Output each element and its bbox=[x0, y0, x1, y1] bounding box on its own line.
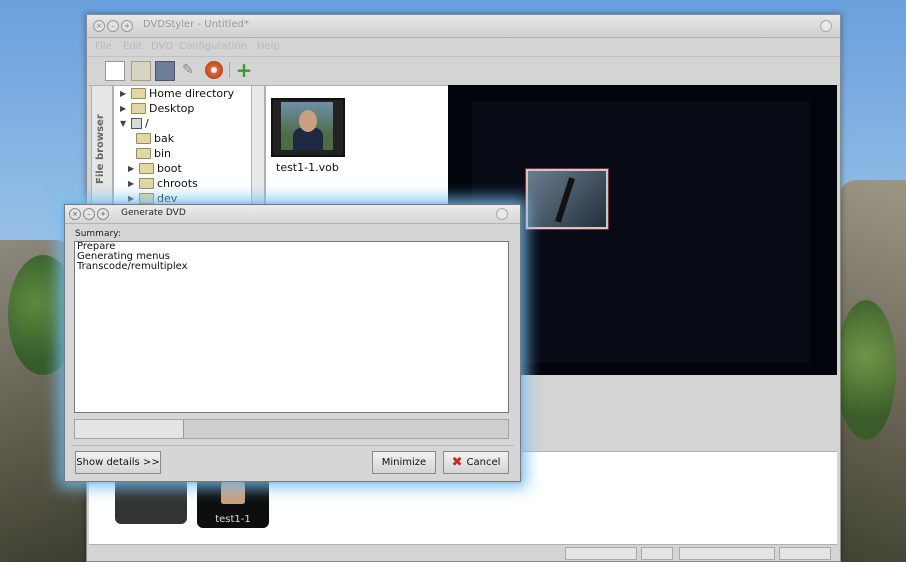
maximize-icon[interactable]: + bbox=[121, 20, 133, 32]
close-icon[interactable]: × bbox=[69, 208, 81, 220]
window-titlebar: × – + DVDStyler - Untitled* bbox=[87, 15, 840, 38]
tree-item-label: Desktop bbox=[149, 102, 195, 115]
title-label: test1-1 bbox=[215, 514, 251, 525]
tree-item-boot[interactable]: ▶ boot bbox=[128, 161, 182, 176]
folder-icon bbox=[136, 133, 151, 144]
menu-background bbox=[472, 101, 810, 363]
generate-dvd-dialog: × – + Generate DVD Summary: Prepare Gene… bbox=[64, 204, 521, 482]
menu-configuration[interactable]: Configuration bbox=[179, 41, 247, 52]
tree-item-label: bin bbox=[154, 147, 172, 160]
tree-item-bak[interactable]: bak bbox=[136, 131, 174, 146]
expand-arrow-icon[interactable]: ▶ bbox=[128, 179, 136, 188]
drive-icon bbox=[131, 118, 142, 129]
dialog-divider bbox=[71, 445, 514, 446]
tree-item-label: chroots bbox=[157, 177, 198, 190]
folder-icon bbox=[139, 163, 154, 174]
minimize-label: Minimize bbox=[381, 457, 427, 468]
status-progress bbox=[565, 547, 637, 560]
new-icon[interactable] bbox=[105, 61, 125, 81]
folder-icon bbox=[131, 103, 146, 114]
menu-help[interactable]: Help bbox=[257, 41, 280, 52]
log-line: Transcode/remultiplex bbox=[77, 261, 188, 272]
show-details-label: Show details >> bbox=[76, 457, 160, 468]
minimize-button[interactable]: Minimize bbox=[372, 451, 436, 474]
summary-label: Summary: bbox=[75, 229, 121, 239]
folder-icon bbox=[139, 193, 154, 204]
file-browser-tab[interactable]: File browser bbox=[91, 85, 113, 209]
menubar: File Edit DVD Configuration Help bbox=[87, 38, 840, 57]
toolbar: ✎ + bbox=[87, 57, 840, 86]
menu-edit[interactable]: Edit bbox=[123, 41, 142, 52]
folder-icon bbox=[136, 148, 151, 159]
maximize-icon[interactable]: + bbox=[97, 208, 109, 220]
tree-item-label: / bbox=[145, 117, 149, 130]
open-icon[interactable] bbox=[131, 61, 151, 81]
tree-item-desktop[interactable]: ▶ Desktop bbox=[120, 101, 194, 116]
window-menu-icon[interactable] bbox=[820, 20, 832, 32]
tree-item-home[interactable]: ▶ Home directory bbox=[120, 86, 234, 101]
expand-arrow-icon[interactable]: ▶ bbox=[120, 104, 128, 113]
status-size bbox=[679, 547, 775, 560]
tree-scrollbar[interactable] bbox=[251, 85, 265, 209]
summary-log[interactable]: Prepare Generating menus Transcode/remul… bbox=[74, 241, 509, 413]
progress-fill bbox=[75, 420, 185, 438]
video-thumbnail[interactable] bbox=[271, 98, 345, 157]
status-bar bbox=[89, 544, 837, 561]
tree-item-bin[interactable]: bin bbox=[136, 146, 171, 161]
cancel-button[interactable]: ✖ Cancel bbox=[443, 451, 509, 474]
cancel-icon: ✖ bbox=[451, 454, 463, 470]
tree-item-chroots[interactable]: ▶ chroots bbox=[128, 176, 198, 191]
window-title: DVDStyler - Untitled* bbox=[143, 19, 249, 30]
progress-bar bbox=[74, 419, 509, 439]
folder-icon bbox=[131, 88, 146, 99]
close-icon[interactable]: × bbox=[93, 20, 105, 32]
status-quality bbox=[779, 547, 831, 560]
video-person-head bbox=[299, 110, 317, 132]
show-details-button[interactable]: Show details >> bbox=[75, 451, 161, 474]
file-list: test1-1.vob bbox=[265, 85, 450, 209]
save-icon[interactable] bbox=[155, 61, 175, 81]
file-name[interactable]: test1-1.vob bbox=[276, 161, 339, 174]
thumbnail-tree bbox=[555, 177, 575, 223]
tree-item-label: boot bbox=[157, 162, 182, 175]
settings-icon[interactable]: ✎ bbox=[179, 61, 197, 79]
tree-item-label: bak bbox=[154, 132, 175, 145]
add-icon[interactable]: + bbox=[235, 60, 253, 80]
tree-right bbox=[836, 300, 896, 440]
tree-item-root[interactable]: ▼ / bbox=[120, 116, 149, 131]
folder-icon bbox=[139, 178, 154, 189]
burn-icon[interactable] bbox=[205, 61, 223, 79]
minimize-icon[interactable]: – bbox=[83, 208, 95, 220]
expand-arrow-icon[interactable]: ▶ bbox=[128, 164, 136, 173]
menu-button-thumbnail[interactable] bbox=[525, 168, 609, 230]
cancel-label: Cancel bbox=[466, 457, 501, 468]
menu-dvd[interactable]: DVD bbox=[151, 41, 173, 52]
collapse-arrow-icon[interactable]: ▼ bbox=[120, 119, 128, 128]
menu-file[interactable]: File bbox=[95, 41, 112, 52]
expand-arrow-icon[interactable]: ▶ bbox=[120, 89, 128, 98]
toolbar-separator bbox=[229, 62, 230, 78]
status-field bbox=[641, 547, 673, 560]
file-browser-tab-label: File browser bbox=[95, 114, 106, 184]
dialog-title: Generate DVD bbox=[121, 208, 186, 218]
dialog-titlebar: × – + Generate DVD bbox=[65, 205, 520, 224]
minimize-icon[interactable]: – bbox=[107, 20, 119, 32]
directory-tree: ▶ Home directory ▶ Desktop ▼ / bak bin ▶… bbox=[113, 85, 253, 209]
tree-item-label: Home directory bbox=[149, 87, 235, 100]
window-menu-icon[interactable] bbox=[496, 208, 508, 220]
expand-arrow-icon[interactable]: ▶ bbox=[128, 194, 136, 203]
